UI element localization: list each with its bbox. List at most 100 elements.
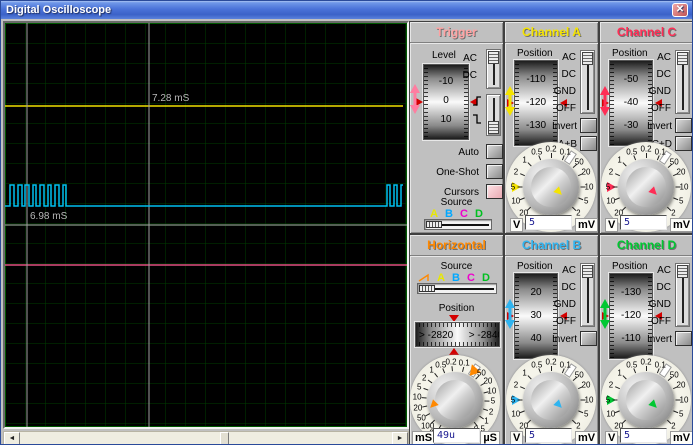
knob[interactable] [427, 372, 483, 428]
knob[interactable] [618, 159, 674, 215]
coupling-gnd-label: GND [649, 86, 671, 97]
knob-scale-label: 0.2 [545, 358, 556, 367]
knob-scale-label: 0.2 [445, 358, 456, 367]
slider-thumb[interactable] [426, 221, 442, 228]
switch-thumb[interactable] [677, 52, 688, 65]
coupling-off-label: OFF [556, 316, 576, 327]
position-drum[interactable]: -130 -120 -110 [609, 273, 653, 359]
position-drag-arrow-icon[interactable] [600, 299, 610, 329]
channel-c-coupling-switch[interactable] [675, 50, 690, 114]
knob-scale-label: 2 [609, 168, 613, 177]
oscilloscope-window: Digital Oscilloscope ✕ 7.28 mS 6.98 mS ◄… [0, 0, 693, 445]
scrollbar-thumb[interactable] [220, 432, 229, 445]
knob-scale-label: 5 [511, 396, 515, 405]
coupling-dc-label: DC [562, 282, 576, 293]
one-shot-button[interactable] [486, 164, 503, 179]
knob-scale-label: 0.1 [560, 147, 571, 156]
position-tick: -50 [610, 74, 652, 85]
invert-button[interactable] [580, 331, 597, 346]
position-tick: 20 [515, 287, 557, 298]
invert-button[interactable] [675, 331, 692, 346]
channel-d-scale-value[interactable] [620, 428, 667, 443]
position-tick: -110 [610, 333, 652, 344]
coupling-off-label: OFF [556, 103, 576, 114]
position-drag-arrow-icon[interactable] [505, 299, 515, 329]
close-icon[interactable]: ✕ [672, 3, 688, 17]
volts-unit-label: V [510, 218, 523, 232]
knob[interactable] [523, 159, 579, 215]
scope-display[interactable]: 7.28 mS 6.98 mS [3, 21, 409, 429]
position-label: Position [517, 48, 553, 59]
position-drum[interactable]: -110 -120 -130 [514, 60, 558, 146]
trigger-coupling-switch[interactable] [486, 49, 501, 89]
switch-thumb[interactable] [582, 265, 593, 278]
position-drum[interactable]: 20 30 40 [514, 273, 558, 359]
knob-scale-label: 2 [671, 209, 675, 218]
timebase-value[interactable] [433, 428, 480, 443]
scroll-left-icon[interactable]: ◄ [4, 432, 20, 445]
channel-c-scale-value[interactable] [620, 215, 667, 230]
channel-b-scale-value[interactable] [525, 428, 572, 443]
slider-thumb[interactable] [419, 285, 435, 292]
switch-thumb[interactable] [677, 265, 688, 278]
knob[interactable] [523, 372, 579, 428]
position-tick: -40 [610, 97, 652, 108]
knob-scale-label: 2 [671, 422, 675, 431]
position-tick: -120 [610, 310, 652, 321]
title-bar[interactable]: Digital Oscilloscope ✕ [1, 1, 693, 19]
trigger-source-slider[interactable] [424, 219, 492, 230]
channel-a-scale-value[interactable] [525, 215, 572, 230]
position-drum[interactable]: -50 -40 -30 [609, 60, 653, 146]
position-label: Position [612, 48, 648, 59]
level-tick: 0 [424, 95, 468, 106]
knob-tick [551, 366, 552, 371]
cursor-readout-1: 7.28 mS [152, 93, 190, 104]
auto-button[interactable] [486, 144, 503, 159]
knob-scale-label: 20 [582, 168, 591, 177]
volts-unit-label: V [510, 431, 523, 445]
invert-label: Invert [552, 334, 577, 345]
horizontal-source-slider[interactable] [417, 283, 497, 294]
channel-b-coupling-switch[interactable] [580, 263, 595, 327]
knob-scale-label: 10 [585, 396, 594, 405]
switch-thumb[interactable] [488, 51, 499, 64]
horizontal-position-drum[interactable]: > -2820 > -2840 [415, 322, 500, 347]
knob-scale-label: 5 [511, 183, 515, 192]
knob-scale-label: 50 [670, 157, 679, 166]
position-drag-arrow-icon[interactable] [505, 86, 515, 116]
switch-thumb[interactable] [488, 121, 499, 134]
knob-tick [646, 153, 647, 158]
channel-a-coupling-switch[interactable] [580, 50, 595, 114]
position-tick: -130 [515, 120, 557, 131]
knob-scale-label: 1 [617, 155, 621, 164]
level-tick: 10 [424, 114, 468, 125]
trigger-title: Trigger [410, 22, 503, 43]
knob-scale-label: 10 [487, 386, 496, 395]
channel-d-coupling-switch[interactable] [675, 263, 690, 327]
knob-tick [451, 366, 453, 371]
knob-scale-label: 0.5 [531, 147, 542, 156]
knob-scale-label: 20 [413, 403, 422, 412]
volts-unit-label: V [605, 431, 618, 445]
horizontal-scrollbar[interactable]: ◄ ► [3, 431, 409, 445]
scroll-right-icon[interactable]: ► [392, 432, 408, 445]
position-drag-arrow-icon[interactable] [600, 86, 610, 116]
coupling-ac-label: AC [657, 265, 671, 276]
knob[interactable] [618, 372, 674, 428]
source-label: Source [410, 261, 503, 272]
switch-thumb[interactable] [582, 52, 593, 65]
trigger-edge-switch[interactable] [486, 94, 501, 136]
invert-button[interactable] [580, 118, 597, 133]
knob-scale-label: 20 [677, 168, 686, 177]
invert-button[interactable] [675, 118, 692, 133]
knob-tick [646, 366, 647, 371]
level-drag-arrow-icon[interactable] [410, 84, 420, 114]
millivolts-unit-label: mV [575, 431, 598, 445]
falling-edge-icon[interactable] [472, 114, 482, 125]
trigger-panel: Trigger Level -10 0 10 AC DC Auto One- [409, 21, 504, 234]
knob-scale-label: 0.1 [655, 360, 666, 369]
millivolts-unit-label: mV [670, 431, 693, 445]
rising-edge-icon[interactable] [472, 96, 482, 107]
knob-scale-label: 2 [422, 373, 426, 382]
knob-scale-label: 5 [679, 197, 683, 206]
